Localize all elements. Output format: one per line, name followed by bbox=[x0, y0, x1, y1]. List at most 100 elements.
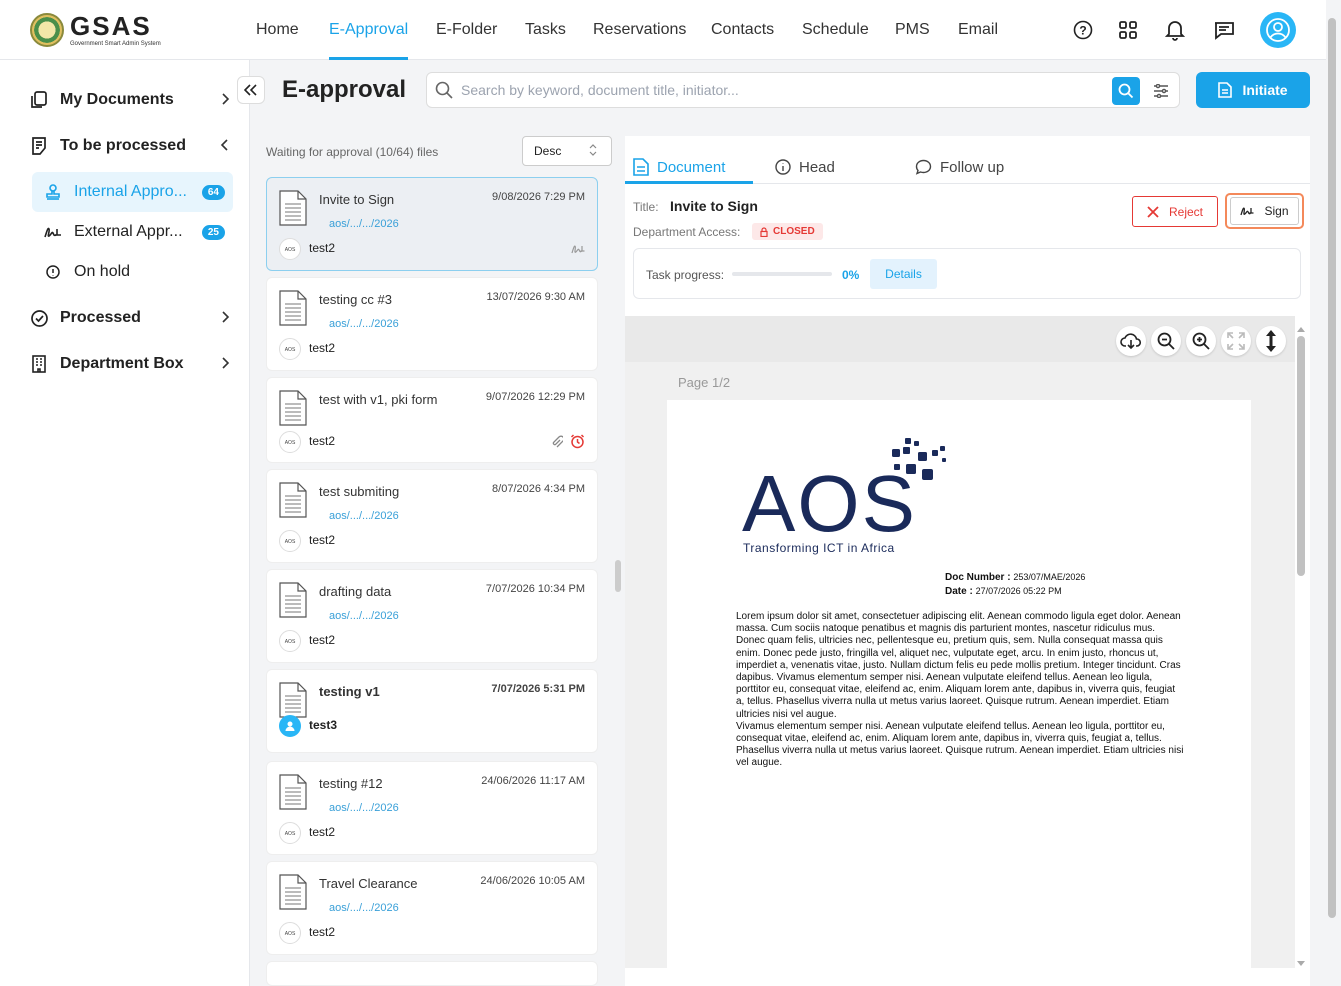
document-card[interactable]: testing #12 24/06/2026 11:17 AM aos/.../..… bbox=[266, 761, 598, 855]
tab-label: Document bbox=[657, 158, 726, 176]
doc-date-value: 27/07/2026 05:22 PM bbox=[975, 586, 1062, 596]
sidebar-item-my-documents[interactable]: My Documents bbox=[30, 83, 230, 117]
body-paragraph: Lorem ipsum dolor sit amet, consectetuer… bbox=[736, 611, 1181, 720]
document-card[interactable]: testing v1 7/07/2026 5:31 PM test3 bbox=[266, 669, 598, 753]
sign-button[interactable]: Sign bbox=[1230, 197, 1299, 225]
search-button[interactable] bbox=[1112, 77, 1140, 105]
card-user: test2 bbox=[309, 434, 336, 448]
clipboard-icon bbox=[30, 137, 48, 155]
document-card[interactable] bbox=[266, 961, 598, 986]
sign-button-highlight[interactable]: Sign bbox=[1225, 193, 1304, 229]
nav-tasks[interactable]: Tasks bbox=[525, 0, 566, 60]
initiate-label: Initiate bbox=[1242, 82, 1288, 98]
sign-label: Sign bbox=[1264, 204, 1289, 218]
card-date: 9/08/2026 7:29 PM bbox=[492, 191, 585, 203]
document-card[interactable]: test submiting 8/07/2026 4:34 PM aos/.../.… bbox=[266, 469, 598, 563]
document-card[interactable]: testing cc #3 13/07/2026 9:30 AM aos/.../.… bbox=[266, 277, 598, 371]
sidebar-item-external-approval[interactable]: External Appr... 25 bbox=[32, 212, 233, 252]
sidebar-item-label: Processed bbox=[60, 309, 141, 326]
filter-button[interactable] bbox=[1147, 77, 1175, 105]
nav-contacts[interactable]: Contacts bbox=[711, 0, 774, 60]
document-card[interactable]: drafting data 7/07/2026 10:34 PM aos/.../.… bbox=[266, 569, 598, 663]
zoom-in-button[interactable] bbox=[1186, 326, 1216, 356]
chevron-right-icon bbox=[220, 356, 230, 373]
info-circle-icon bbox=[44, 265, 62, 279]
avatar: AOS bbox=[279, 630, 301, 652]
tab-label: Follow up bbox=[940, 158, 1005, 176]
card-title: testing cc #3 bbox=[319, 292, 392, 307]
document-card[interactable]: Travel Clearance 24/06/2026 10:05 AM aos/.… bbox=[266, 861, 598, 955]
card-user: test2 bbox=[309, 533, 336, 547]
nav-home[interactable]: Home bbox=[256, 0, 299, 60]
tab-head[interactable]: Head bbox=[775, 150, 835, 184]
zoom-out-button[interactable] bbox=[1151, 326, 1181, 356]
tab-follow-up[interactable]: Follow up bbox=[915, 150, 1004, 184]
user-avatar[interactable] bbox=[1260, 12, 1296, 48]
avatar: AOS bbox=[279, 338, 301, 360]
file-icon bbox=[279, 874, 307, 910]
tab-document[interactable]: Document bbox=[633, 150, 725, 184]
card-date: 24/06/2026 10:05 AM bbox=[480, 875, 585, 887]
waiting-count-text: Waiting for approval (10/64) files bbox=[266, 145, 439, 159]
gsas-logo[interactable]: GSAS Government Smart Admin System bbox=[30, 12, 190, 48]
search-input[interactable] bbox=[461, 82, 1101, 98]
page-scrollbar[interactable] bbox=[1328, 18, 1336, 918]
card-date: 7/07/2026 10:34 PM bbox=[485, 583, 585, 595]
aos-logo-text: AOS bbox=[742, 459, 917, 548]
download-button[interactable] bbox=[1116, 326, 1146, 356]
document-card[interactable]: Invite to Sign 9/08/2026 7:29 PM aos/.../.… bbox=[266, 177, 598, 271]
nav-pms[interactable]: PMS bbox=[895, 0, 930, 60]
avatar: AOS bbox=[279, 530, 301, 552]
sidebar-item-internal-approval[interactable]: Internal Appro... 64 bbox=[32, 172, 233, 212]
initiate-button[interactable]: Initiate bbox=[1196, 72, 1310, 108]
nav-schedule[interactable]: Schedule bbox=[802, 0, 869, 60]
progress-percent: 0% bbox=[842, 268, 860, 282]
list-scrollbar[interactable] bbox=[615, 560, 621, 592]
scroll-down-arrow[interactable] bbox=[1296, 955, 1306, 973]
nav-e-approval[interactable]: E-Approval bbox=[329, 0, 409, 60]
sort-select[interactable]: Desc bbox=[522, 136, 612, 166]
svg-text:AOS: AOS bbox=[285, 347, 296, 353]
nav-e-folder[interactable]: E-Folder bbox=[436, 0, 497, 60]
chat-icon[interactable] bbox=[1212, 18, 1236, 42]
active-tab-indicator bbox=[625, 181, 753, 184]
status-badge-label: CLOSED bbox=[773, 226, 815, 237]
nav-email[interactable]: Email bbox=[958, 0, 998, 60]
file-icon bbox=[279, 390, 307, 426]
sidebar-item-on-hold[interactable]: On hold bbox=[32, 252, 233, 292]
document-body: Lorem ipsum dolor sit amet, consectetuer… bbox=[736, 611, 1184, 770]
card-path[interactable]: aos/.../.../2026 bbox=[329, 802, 399, 814]
card-user: test2 bbox=[309, 825, 336, 839]
count-badge: 25 bbox=[201, 224, 225, 240]
card-path[interactable]: aos/.../.../2026 bbox=[329, 610, 399, 622]
sidebar-item-to-be-processed[interactable]: To be processed bbox=[30, 129, 230, 163]
lock-icon bbox=[760, 226, 768, 237]
svg-text:?: ? bbox=[1079, 24, 1086, 38]
nav-reservations[interactable]: Reservations bbox=[593, 0, 686, 60]
help-icon[interactable]: ? bbox=[1071, 18, 1095, 42]
fullscreen-button[interactable] bbox=[1221, 326, 1251, 356]
card-path[interactable]: aos/.../.../2026 bbox=[329, 318, 399, 330]
card-path[interactable]: aos/.../.../2026 bbox=[329, 510, 399, 522]
sidebar-item-processed[interactable]: Processed bbox=[30, 301, 230, 335]
viewer-scrollbar[interactable] bbox=[1297, 336, 1305, 576]
document-title: Invite to Sign bbox=[670, 198, 758, 214]
details-button[interactable]: Details bbox=[870, 259, 937, 289]
card-date: 13/07/2026 9:30 AM bbox=[486, 291, 585, 303]
alarm-icon bbox=[570, 434, 585, 454]
collapse-sidebar-button[interactable] bbox=[237, 76, 265, 104]
fit-height-button[interactable] bbox=[1256, 326, 1286, 356]
card-path[interactable]: aos/.../.../2026 bbox=[329, 218, 399, 230]
card-path[interactable]: aos/.../.../2026 bbox=[329, 902, 399, 914]
card-title: drafting data bbox=[319, 584, 392, 599]
avatar: AOS bbox=[279, 922, 301, 944]
bell-icon[interactable] bbox=[1163, 18, 1187, 42]
count-badge: 64 bbox=[201, 184, 225, 200]
card-title: testing v1 bbox=[319, 684, 380, 699]
document-card[interactable]: test with v1, pki form 9/07/2026 12:29 PM… bbox=[266, 377, 598, 463]
sidebar-item-department-box[interactable]: Department Box bbox=[30, 347, 230, 381]
apps-grid-icon[interactable] bbox=[1116, 18, 1140, 42]
signature-icon bbox=[571, 242, 585, 260]
reject-button[interactable]: Reject bbox=[1132, 196, 1218, 227]
cloud-download-icon bbox=[1120, 333, 1142, 350]
